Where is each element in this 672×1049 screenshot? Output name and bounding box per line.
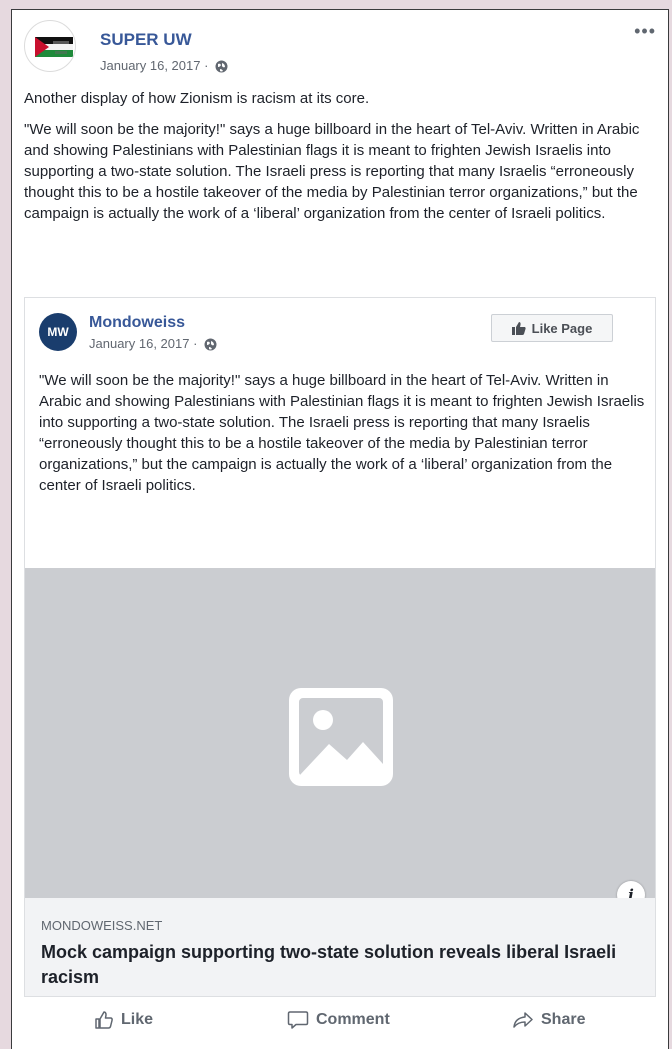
- globe-icon: [215, 60, 228, 73]
- post-card: SUPER UW January 16, 2017 · ••• Another …: [11, 9, 669, 1049]
- share-icon: [513, 1012, 533, 1028]
- post-caption: Another display of how Zionism is racism…: [24, 88, 654, 234]
- post-timestamp[interactable]: January 16, 2017 ·: [100, 58, 228, 73]
- globe-icon: [204, 338, 217, 351]
- like-label: Like: [121, 1011, 154, 1028]
- page-avatar[interactable]: MW: [39, 313, 77, 351]
- share-label: Share: [541, 1011, 586, 1028]
- shared-date-text[interactable]: January 16, 2017 ·: [89, 336, 197, 351]
- post-actions-bar: Like Comment Share: [12, 1002, 668, 1042]
- like-button[interactable]: Like: [94, 1010, 153, 1030]
- comment-label: Comment: [316, 1011, 390, 1028]
- shared-timestamp[interactable]: January 16, 2017 ·: [89, 336, 217, 351]
- link-title[interactable]: Mock campaign supporting two-state solut…: [41, 940, 631, 990]
- thumbs-up-icon: [511, 321, 526, 335]
- link-image-placeholder[interactable]: i: [25, 568, 655, 909]
- shared-page-name[interactable]: Mondoweiss: [89, 314, 185, 332]
- like-page-button[interactable]: Like Page: [491, 314, 613, 342]
- post-date-text[interactable]: January 16, 2017 ·: [100, 58, 208, 73]
- palestine-flag-icon: [35, 37, 73, 57]
- shared-post-text: "We will soon be the majority!" says a h…: [39, 372, 645, 494]
- comment-icon: [287, 1011, 309, 1029]
- image-placeholder-icon: [289, 688, 393, 786]
- link-preview[interactable]: MONDOWEISS.NET Mock campaign supporting …: [25, 898, 655, 996]
- more-options-button[interactable]: •••: [634, 22, 656, 40]
- caption-paragraph: "We will soon be the majority!" says a h…: [24, 121, 640, 222]
- post-header: SUPER UW January 16, 2017 · •••: [24, 20, 658, 73]
- share-button[interactable]: Share: [512, 1010, 585, 1030]
- link-domain: MONDOWEISS.NET: [41, 918, 163, 933]
- post-author-name[interactable]: SUPER UW: [100, 30, 192, 50]
- thumbs-up-icon: [95, 1011, 113, 1029]
- like-page-label: Like Page: [531, 320, 593, 336]
- shared-post: MW Mondoweiss January 16, 2017 · Like Pa…: [24, 297, 656, 997]
- profile-avatar[interactable]: [24, 20, 76, 72]
- comment-button[interactable]: Comment: [287, 1010, 390, 1030]
- caption-paragraph: Another display of how Zionism is racism…: [24, 90, 370, 107]
